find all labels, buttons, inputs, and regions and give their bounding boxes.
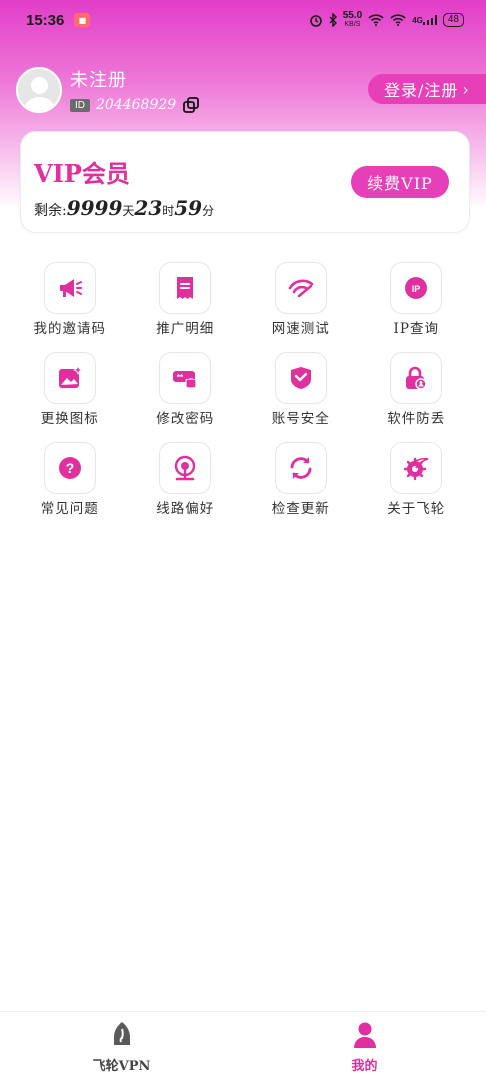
grid-label: 关于飞轮 [387,501,446,517]
wifi-icon [368,14,384,26]
vip-card: VIP会员 剩余:9999天23时59分 续费VIP [20,131,470,233]
user-profile[interactable]: 未注册 ID 204468929 [16,66,200,114]
password-icon: ** [173,371,197,389]
chevron-right-icon: › [462,79,470,99]
megaphone-icon [59,279,82,297]
vip-remaining-time: 剩余:9999天23时59分 [34,196,215,220]
id-tag: ID [70,98,90,112]
network-speed: 55.0 KB/S [342,10,363,29]
grid-item-faq[interactable]: ? 常见问题 [12,442,128,532]
renew-vip-button[interactable]: 续费VIP [351,166,449,198]
speed-icon [288,279,314,298]
grid-label: 更换图标 [40,411,99,427]
copy-icon[interactable] [182,96,200,114]
person-icon [353,1022,376,1048]
grid-item-route-preference[interactable]: 线路偏好 [128,442,244,532]
alarm-icon [309,13,323,27]
grid-item-ip-query[interactable]: IP IP查询 [359,262,475,352]
lock-user-icon [406,366,427,390]
cellular-signal-icon: 4G [412,15,437,25]
about-gear-icon [404,457,429,481]
grid-item-check-update[interactable]: 检查更新 [243,442,359,532]
grid-item-change-icon[interactable]: 更换图标 [12,352,128,442]
image-icon [58,364,83,388]
nav-label-home: 飞轮VPN [92,1059,151,1074]
svg-text:IP: IP [412,284,421,294]
grid-item-anti-loss[interactable]: 软件防丢 [359,352,475,442]
grid-label: 常见问题 [40,501,99,517]
username: 未注册 [70,70,127,91]
bottom-navigation: 飞轮VPN 我的 [0,1011,486,1080]
grid-item-about[interactable]: 关于飞轮 [359,442,475,532]
battery-icon: 48 [442,13,464,27]
grid-label: 网速测试 [271,321,330,337]
grid-label: 软件防丢 [387,411,446,427]
grid-label: 线路偏好 [156,501,215,517]
shield-check-icon [290,367,311,389]
status-time: 15:36 [26,11,65,29]
grid-item-change-password[interactable]: ** 修改密码 [128,352,244,442]
wifi-icon-2 [390,14,406,26]
app-notification-icon: ■ [74,13,91,27]
grid-label: 检查更新 [271,501,330,517]
ip-pin-icon: IP [405,277,428,299]
vip-title: VIP会员 [34,159,130,188]
nav-label-mine: 我的 [351,1059,378,1074]
grid-item-speed-test[interactable]: 网速测试 [243,262,359,352]
grid-item-promotion-details[interactable]: 推广明细 [128,262,244,352]
receipt-icon [177,277,194,299]
avatar[interactable] [16,67,62,113]
grid-label: 账号安全 [271,411,330,427]
svg-text:?: ? [65,460,74,476]
refresh-icon [290,457,312,479]
feature-grid: 我的邀请码 推广明细 网速测试 IP IP查询 更换图标 ** 修改密码 账号安… [12,262,474,532]
nav-item-home[interactable]: 飞轮VPN [0,1012,243,1080]
svg-text:**: ** [177,373,184,382]
status-bar: 15:36 ■ 55.0 KB/S 4G 48 [0,0,486,40]
bluetooth-icon [329,13,337,27]
user-id: 204468929 [96,97,177,113]
grid-label: 修改密码 [156,411,215,427]
grid-item-invite-code[interactable]: 我的邀请码 [12,262,128,352]
grid-item-account-security[interactable]: 账号安全 [243,352,359,442]
grid-label: IP查询 [393,321,439,337]
rocket-icon [113,1022,130,1045]
login-register-button[interactable]: 登录/注册 › [368,74,486,104]
status-indicators: 55.0 KB/S 4G 48 [309,11,464,29]
route-icon [175,455,196,481]
nav-item-mine[interactable]: 我的 [243,1012,486,1080]
question-icon: ? [58,457,81,479]
grid-label: 我的邀请码 [33,321,106,337]
grid-label: 推广明细 [156,321,215,337]
